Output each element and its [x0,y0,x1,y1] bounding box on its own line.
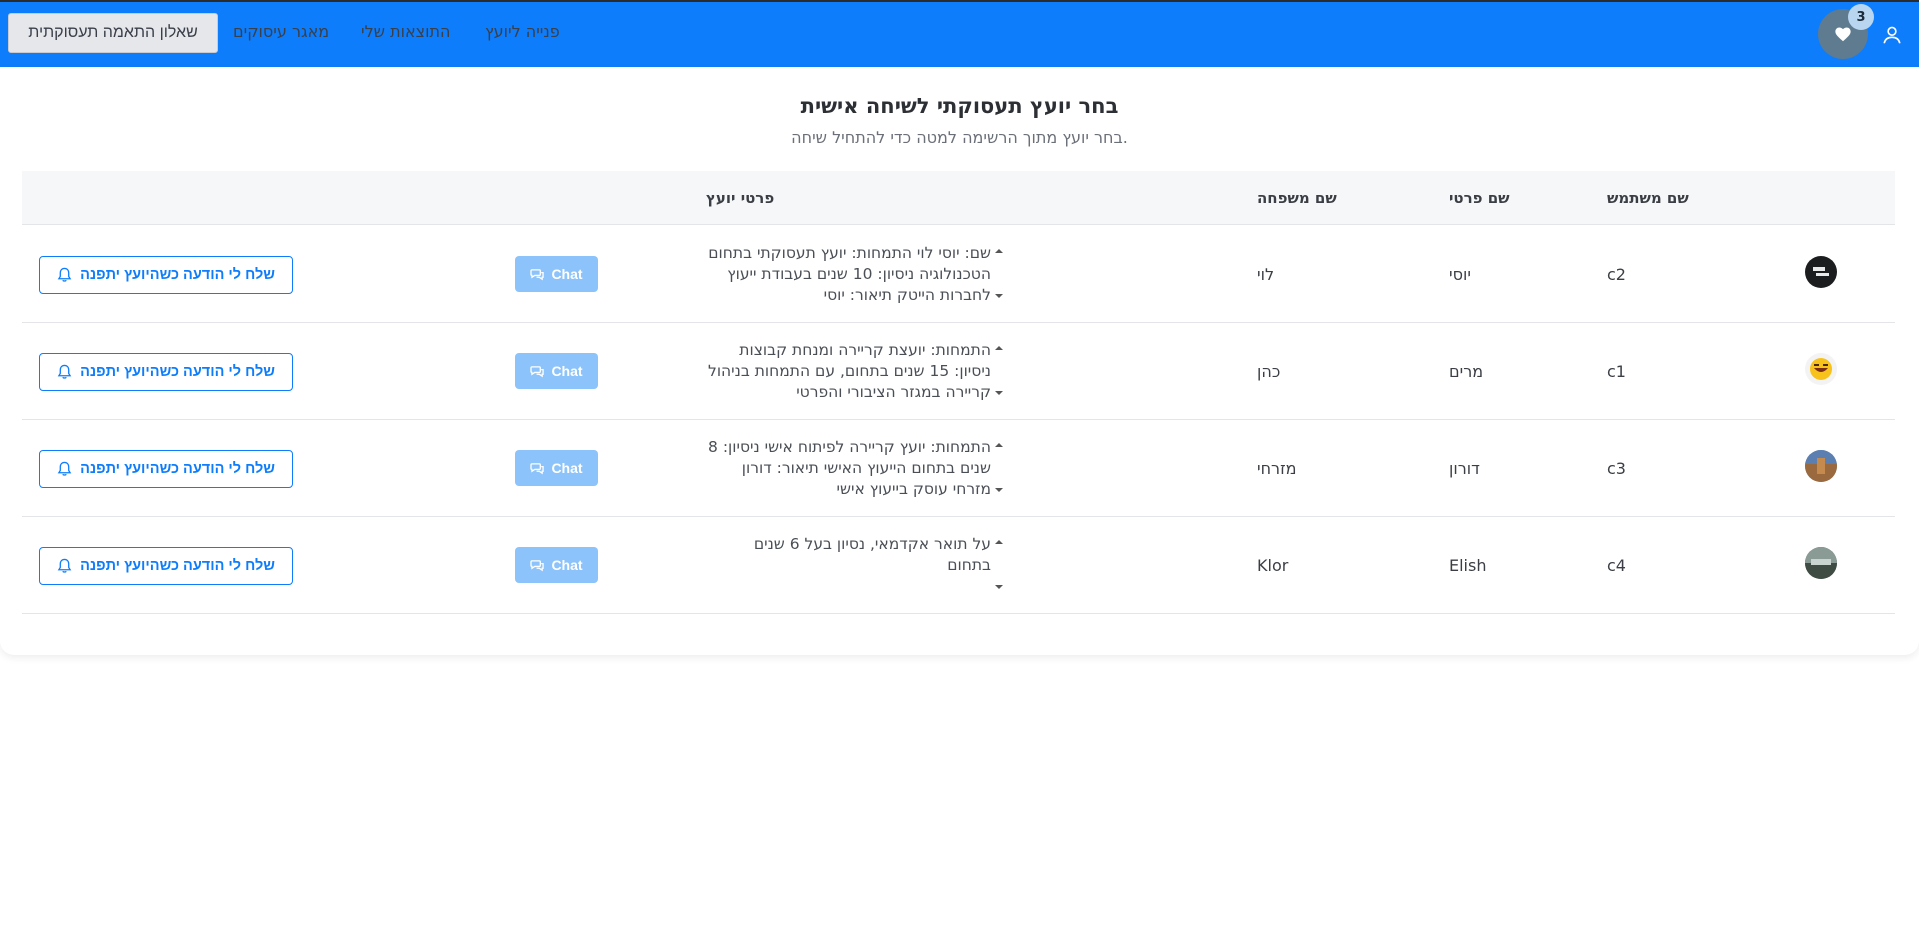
header-advisor-details: פרטי יועץ [706,189,775,207]
notify-button-label: שלח לי הודעה כשהיועץ יתפנה [80,364,275,380]
bell-icon [57,267,72,282]
chat-button-label: Chat [551,363,583,379]
notify-button-label: שלח לי הודעה כשהיועץ יתפנה [80,267,275,283]
chat-button-label: Chat [551,266,583,282]
cell-first-name: מרים [1449,362,1484,381]
chat-button[interactable]: Chat [515,353,598,389]
scroll-down-arrow-icon[interactable] [993,583,1005,591]
favorites-count-badge: 3 [1848,4,1874,30]
person-icon [1883,26,1901,44]
notify-when-available-button[interactable]: שלח לי הודעה כשהיועץ יתפנה [39,353,293,391]
advisor-details-text[interactable]: על תואר אקדמאי, נסיון בעל 6 שנים בתחום [706,534,991,604]
avatar [1805,547,1837,579]
advisor-details-text[interactable]: שם: יוסי לוי התמחות: יועץ תעסוקתי בתחום … [706,243,991,313]
avatar [1805,256,1837,288]
notify-button-label: שלח לי הודעה כשהיועץ יתפנה [80,461,275,477]
cell-first-name: Elish [1449,556,1487,575]
chat-button[interactable]: Chat [515,256,598,292]
profile-button[interactable] [1881,24,1903,46]
chat-button[interactable]: Chat [515,450,598,486]
avatar [1805,450,1837,482]
heart-icon [1835,27,1851,42]
cell-username: c4 [1607,556,1626,575]
scroll-up-arrow-icon[interactable] [993,344,1005,352]
scroll-down-arrow-icon[interactable] [993,292,1005,300]
header-last-name: שם משפחה [1257,189,1337,207]
cell-last-name: כהן [1257,362,1281,381]
nav-occupations-database[interactable]: מאגר עיסוקים [233,22,329,41]
advisor-details-text[interactable]: התמחות: יועצת קריירה ומנחת קבוצות ניסיון… [706,340,991,410]
bell-icon [57,558,72,573]
notify-when-available-button[interactable]: שלח לי הודעה כשהיועץ יתפנה [39,547,293,585]
chat-bubbles-icon [530,462,545,474]
scroll-down-arrow-icon[interactable] [993,486,1005,494]
scroll-up-arrow-icon[interactable] [993,247,1005,255]
bell-icon [57,461,72,476]
chat-button-label: Chat [551,557,583,573]
chat-bubbles-icon [530,365,545,377]
cell-last-name: Klor [1257,556,1289,575]
cell-last-name: מזרחי [1257,459,1297,478]
chat-bubbles-icon [530,268,545,280]
bell-icon [57,364,72,379]
nav-contact-advisor[interactable]: פנייה ליועץ [485,22,560,41]
notify-when-available-button[interactable]: שלח לי הודעה כשהיועץ יתפנה [39,450,293,488]
page-subtitle: .בחר יועץ מתוך הרשימה למטה כדי להתחיל שי… [791,128,1128,147]
advisor-details-text[interactable]: התמחות: יועץ קריירה לפיתוח אישי ניסיון: … [706,437,991,507]
cell-first-name: דורון [1449,459,1480,478]
notify-when-available-button[interactable]: שלח לי הודעה כשהיועץ יתפנה [39,256,293,294]
header-username: שם משתמש [1607,189,1689,207]
nav-my-results[interactable]: התוצאות שלי [361,22,450,41]
scroll-up-arrow-icon[interactable] [993,441,1005,449]
avatar [1805,353,1837,385]
nav-occupational-questionnaire[interactable]: שאלון התאמה תעסוקתית [8,13,218,53]
notify-button-label: שלח לי הודעה כשהיועץ יתפנה [80,558,275,574]
chat-bubbles-icon [530,559,545,571]
chat-button-label: Chat [551,460,583,476]
cell-username: c1 [1607,362,1626,381]
cell-first-name: יוסי [1449,265,1471,284]
chat-button[interactable]: Chat [515,547,598,583]
cell-username: c3 [1607,459,1626,478]
scroll-up-arrow-icon[interactable] [993,538,1005,546]
page-title: בחר יועץ תעסוקתי לשיחה אישית [800,94,1119,118]
cell-username: c2 [1607,265,1626,284]
cell-last-name: לוי [1257,265,1275,284]
header-first-name: שם פרטי [1449,189,1510,207]
scroll-down-arrow-icon[interactable] [993,389,1005,397]
